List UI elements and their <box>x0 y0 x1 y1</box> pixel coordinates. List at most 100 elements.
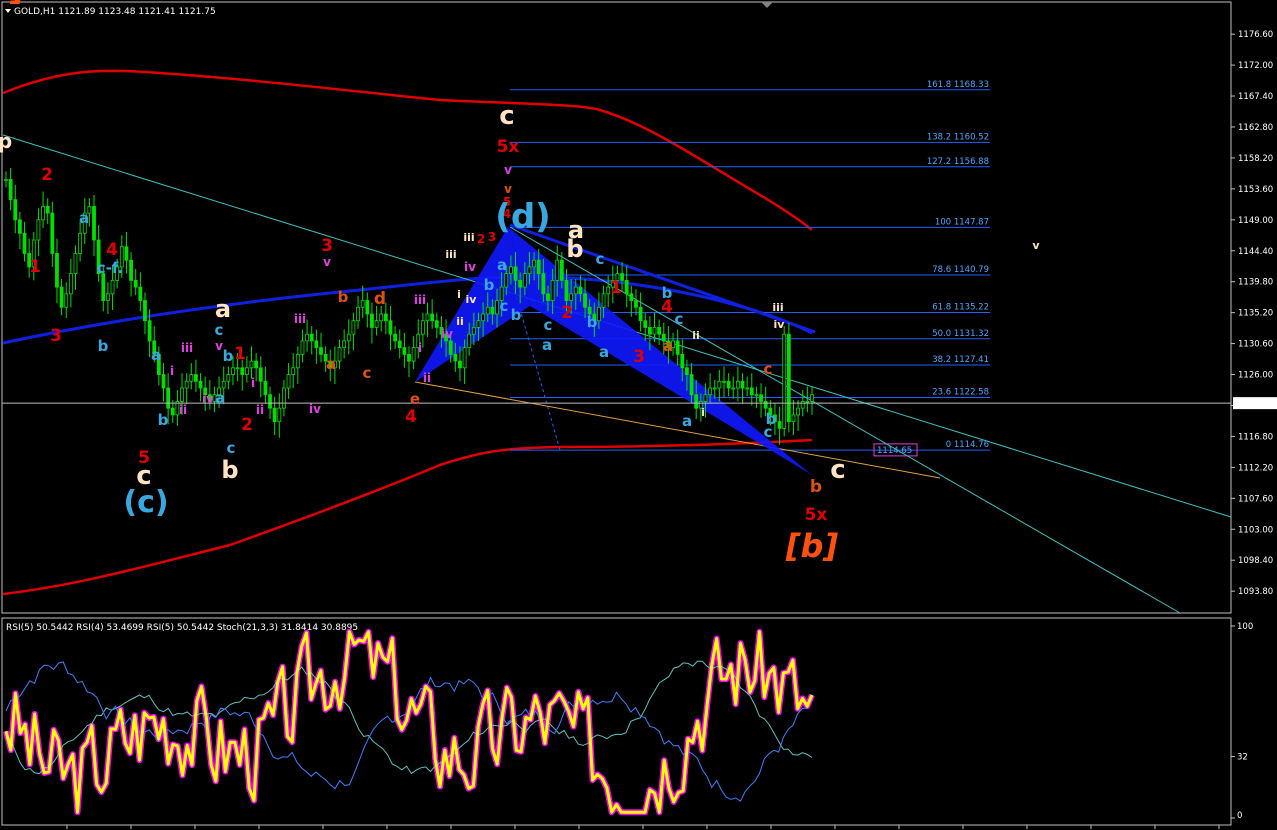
candle-body <box>471 327 476 335</box>
candle-body <box>569 293 574 301</box>
candle-body <box>601 293 606 308</box>
candle-body <box>346 333 351 342</box>
wave-label: p <box>0 129 12 153</box>
candle-body <box>50 212 55 254</box>
candle-body <box>226 374 231 382</box>
candle-body <box>314 340 319 349</box>
wave-label: d <box>374 289 386 309</box>
candle-body <box>291 367 296 375</box>
wave-label: c <box>764 423 773 441</box>
candle-body <box>189 374 194 382</box>
candle-body <box>184 380 189 389</box>
wave-label: a <box>542 336 552 354</box>
wave-label: 3 <box>50 326 62 346</box>
wave-label: iii <box>181 341 193 355</box>
candle-body <box>36 219 41 241</box>
candle-body <box>22 232 27 254</box>
candle-body <box>777 421 782 429</box>
wave-label: c-f. <box>97 259 124 277</box>
candle-body <box>657 327 662 335</box>
candle-body <box>759 394 763 402</box>
candle-body <box>143 300 147 322</box>
wave-label: e <box>410 390 420 408</box>
price-tick-label: 1158.20 <box>1238 154 1273 164</box>
wave-label: c <box>227 439 236 457</box>
candle-body <box>295 353 300 369</box>
candle-body <box>675 340 680 355</box>
wave-label: 2 <box>241 415 253 435</box>
candle-body <box>300 340 305 355</box>
wave-label: iv <box>464 260 476 274</box>
wave-label: iii <box>772 301 783 314</box>
wave-label: c <box>215 321 224 339</box>
current-price-value: 1121.75 <box>1237 399 1272 409</box>
candle-body <box>360 300 365 308</box>
candle-body <box>796 407 801 416</box>
wave-label: i <box>457 288 461 301</box>
wave-label: a <box>497 256 507 274</box>
candle-body <box>643 320 648 328</box>
wave-label: ii <box>423 371 431 385</box>
wave-label: c <box>500 297 509 315</box>
wave-label: [b] <box>785 527 839 565</box>
candle-body <box>629 293 634 301</box>
fib-level-label: 161.8 1168.33 <box>927 80 989 90</box>
wave-label: iii <box>414 293 426 307</box>
candle-body <box>430 313 435 322</box>
candle-body <box>522 273 527 288</box>
fib-level-label: 38.2 1127.41 <box>932 355 989 365</box>
candle-body <box>370 313 374 328</box>
wave-label: i <box>701 406 705 419</box>
candle-body <box>194 374 198 382</box>
wave-label: c <box>764 360 773 378</box>
wave-label: 2 <box>561 303 573 323</box>
wave-label: (d) <box>495 197 550 237</box>
candle-body <box>786 333 791 423</box>
candle-body <box>425 313 430 322</box>
wave-label: a <box>663 337 673 355</box>
wave-label: v <box>504 182 512 196</box>
candle-body <box>41 205 45 221</box>
candle-body <box>221 380 226 389</box>
candle-body <box>254 360 259 369</box>
candle-body <box>434 320 439 328</box>
wave-label: 3 <box>633 347 645 367</box>
fib-level-label: 78.6 1140.79 <box>932 265 989 275</box>
wave-label: ii <box>692 329 700 342</box>
wave-label: c <box>830 455 845 485</box>
wave-label: b <box>158 411 169 429</box>
candle-body <box>559 259 564 281</box>
candle-body <box>810 394 814 402</box>
wave-label: i <box>418 341 422 355</box>
candle-body <box>4 179 8 181</box>
candle-body <box>462 347 467 369</box>
wave-label: a <box>215 295 231 323</box>
candle-body <box>379 313 384 322</box>
candle-body <box>351 320 356 335</box>
candle-body <box>68 273 73 295</box>
price-tick-label: 1172.00 <box>1238 61 1273 71</box>
candle-body <box>106 293 110 301</box>
candle-body <box>800 401 805 409</box>
wave-label: 1 <box>234 344 246 364</box>
candle-body <box>397 340 402 349</box>
candle-body <box>712 387 717 390</box>
wave-label: iii <box>445 248 456 261</box>
wave-label: b <box>566 235 583 263</box>
candle-body <box>55 253 59 288</box>
candle-body <box>689 374 694 396</box>
price-tick-label: 1112.20 <box>1238 463 1273 473</box>
candle-body <box>92 205 96 241</box>
candle-body <box>703 394 708 402</box>
wave-label: iv <box>309 402 321 416</box>
candle-body <box>583 293 587 308</box>
candle-body <box>8 179 13 201</box>
price-tick-label: 1116.80 <box>1238 432 1273 442</box>
fib-level-label: 23.6 1122.58 <box>932 388 989 398</box>
price-tick-label: 1126.00 <box>1238 371 1273 381</box>
candle-body <box>467 333 472 349</box>
wave-label: ii <box>456 315 464 328</box>
candle-body <box>45 205 50 214</box>
fib-level-label: 0 1114.76 <box>946 440 989 450</box>
candle-body <box>342 340 347 349</box>
